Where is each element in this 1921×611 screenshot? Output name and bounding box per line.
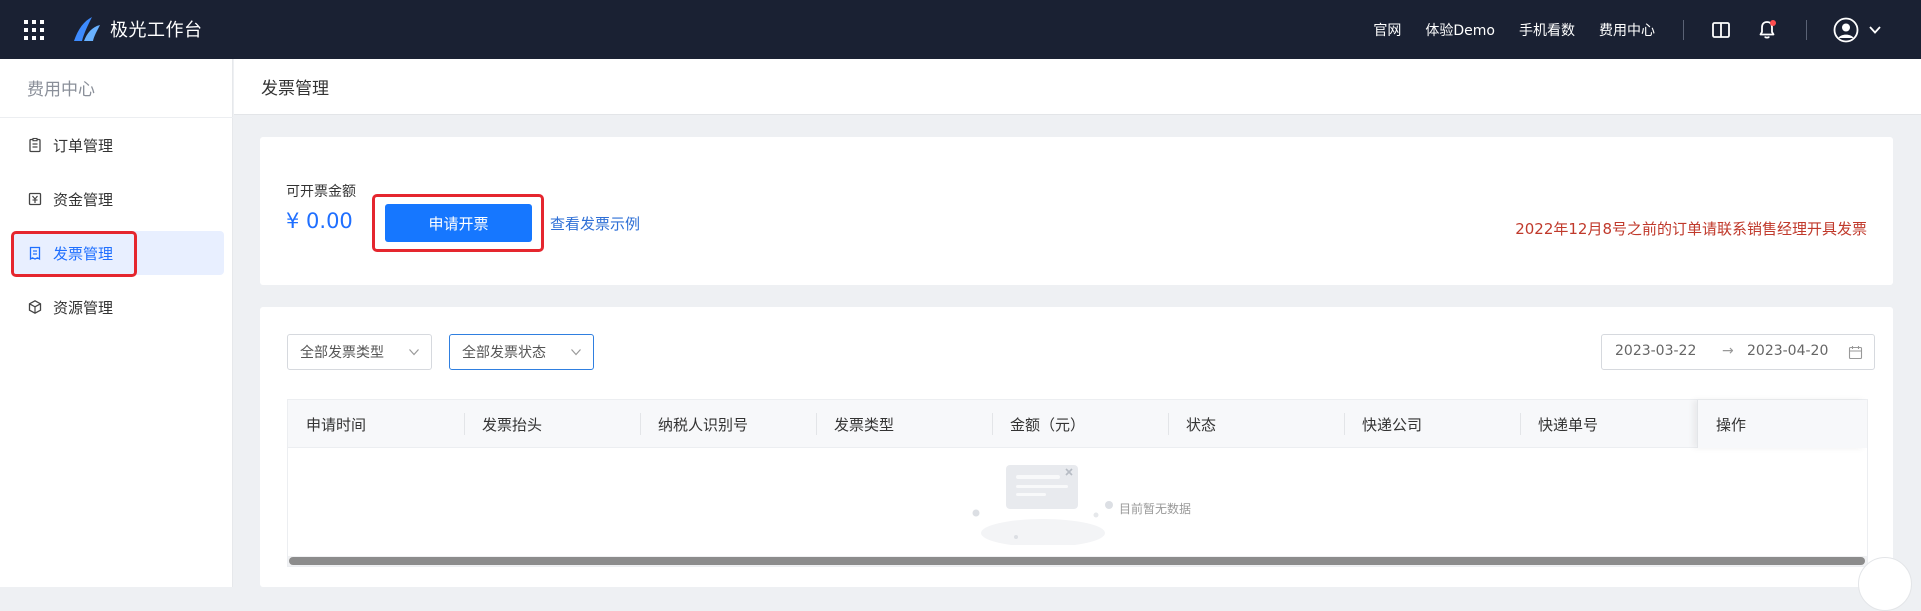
- col-invoice-type: 发票类型: [834, 416, 895, 434]
- user-avatar-icon[interactable]: [1833, 17, 1859, 43]
- invoice-status-value: 全部发票状态: [462, 345, 546, 361]
- date-end[interactable]: 2023-04-20: [1747, 343, 1828, 359]
- col-divider: [992, 413, 993, 435]
- apply-invoice-button[interactable]: 申请开票: [385, 204, 532, 242]
- date-separator: →: [1722, 343, 1734, 359]
- chevron-down-icon: [571, 349, 581, 356]
- invoice-type-select[interactable]: 全部发票类型: [287, 334, 432, 370]
- cube-icon: [28, 300, 42, 314]
- floating-help-button[interactable]: [1858, 557, 1912, 611]
- page-title: 发票管理: [261, 79, 329, 99]
- top-nav: 官网 体验Demo 手机看数 费用中心: [1373, 0, 1921, 59]
- col-divider: [1168, 413, 1169, 435]
- chevron-down-icon[interactable]: [1867, 22, 1883, 38]
- sidebar-item-label: 资源管理: [53, 298, 114, 317]
- sidebar-item-label: 资金管理: [53, 190, 114, 209]
- col-divider: [640, 413, 641, 435]
- nav-divider: [1683, 19, 1684, 40]
- sidebar-item-label: 发票管理: [53, 244, 114, 263]
- sidebar: 费用中心 订单管理 资金管理 发票管理 资源管理: [0, 59, 233, 587]
- nav-billing-center[interactable]: 费用中心: [1599, 20, 1655, 40]
- col-actions: 操作: [1716, 416, 1747, 434]
- sidebar-item-label: 订单管理: [53, 136, 114, 155]
- apps-grid-icon[interactable]: [24, 20, 44, 40]
- horizontal-scrollbar[interactable]: [288, 556, 1867, 566]
- clipboard-icon: [29, 137, 41, 153]
- empty-data-text: 目前暂无数据: [1119, 502, 1192, 516]
- sidebar-item-resources[interactable]: 资源管理: [12, 285, 224, 329]
- col-divider: [816, 413, 817, 435]
- sidebar-divider: [0, 117, 233, 118]
- col-divider: [1344, 413, 1345, 435]
- col-taxpayer-id: 纳税人识别号: [658, 416, 749, 434]
- col-apply-time: 申请时间: [306, 416, 367, 434]
- sidebar-item-orders[interactable]: 订单管理: [12, 123, 224, 167]
- invoiceable-amount-value: ¥ 0.00: [286, 209, 353, 233]
- logo-icon: [74, 17, 100, 41]
- nav-official-site[interactable]: 官网: [1373, 20, 1401, 40]
- view-invoice-example-link[interactable]: 查看发票示例: [550, 213, 640, 234]
- sidebar-item-invoices[interactable]: 发票管理: [12, 231, 224, 275]
- col-divider: [464, 413, 465, 435]
- book-icon[interactable]: [1710, 19, 1732, 41]
- date-range-picker[interactable]: 2023-03-22 → 2023-04-20: [1601, 334, 1875, 370]
- invoice-table: 申请时间 发票抬头 纳税人识别号 发票类型 金额（元） 状态 快递公司 快递单号…: [287, 399, 1868, 567]
- col-invoice-title: 发票抬头: [482, 416, 543, 434]
- invoice-notice: 2022年12月8号之前的订单请联系销售经理开具发票: [1515, 220, 1867, 238]
- col-courier: 快递公司: [1362, 416, 1423, 434]
- receipt-icon: [29, 246, 41, 261]
- col-tracking-no: 快递单号: [1538, 416, 1599, 434]
- invoice-status-select[interactable]: 全部发票状态: [449, 334, 594, 370]
- brand-name: 极光工作台: [110, 20, 203, 41]
- col-status: 状态: [1186, 416, 1217, 434]
- col-actions-fixed: 操作: [1697, 400, 1867, 448]
- sidebar-item-funds[interactable]: 资金管理: [12, 177, 224, 221]
- sidebar-title: 费用中心: [27, 80, 95, 100]
- chevron-down-icon: [409, 349, 419, 356]
- nav-demo[interactable]: 体验Demo: [1425, 20, 1495, 40]
- yuan-icon: [28, 192, 42, 206]
- calendar-icon: [1848, 346, 1863, 360]
- scrollbar-thumb[interactable]: [289, 557, 1865, 565]
- brand-logo[interactable]: 极光工作台: [72, 15, 203, 43]
- invoiceable-amount-label: 可开票金额: [286, 184, 356, 200]
- invoice-type-value: 全部发票类型: [300, 345, 384, 361]
- date-start[interactable]: 2023-03-22: [1615, 343, 1696, 359]
- top-bar: 极光工作台 官网 体验Demo 手机看数 费用中心: [0, 0, 1921, 59]
- empty-data-icon: [972, 465, 1113, 545]
- nav-divider-2: [1806, 19, 1807, 40]
- col-divider: [1520, 413, 1521, 435]
- col-amount: 金额（元）: [1010, 416, 1086, 434]
- notification-dot: [1770, 19, 1776, 26]
- notification-button[interactable]: [1756, 19, 1778, 41]
- page-header: 发票管理: [234, 59, 1921, 115]
- table-header: 申请时间 发票抬头 纳税人识别号 发票类型 金额（元） 状态 快递公司 快递单号…: [288, 400, 1867, 448]
- invoice-summary-card: 可开票金额 ¥ 0.00 申请开票 查看发票示例 2022年12月8号之前的订单…: [260, 137, 1893, 285]
- nav-mobile[interactable]: 手机看数: [1519, 20, 1575, 40]
- invoice-list-card: 全部发票类型 全部发票状态 2023-03-22 → 2023-04-20 申请…: [260, 307, 1893, 587]
